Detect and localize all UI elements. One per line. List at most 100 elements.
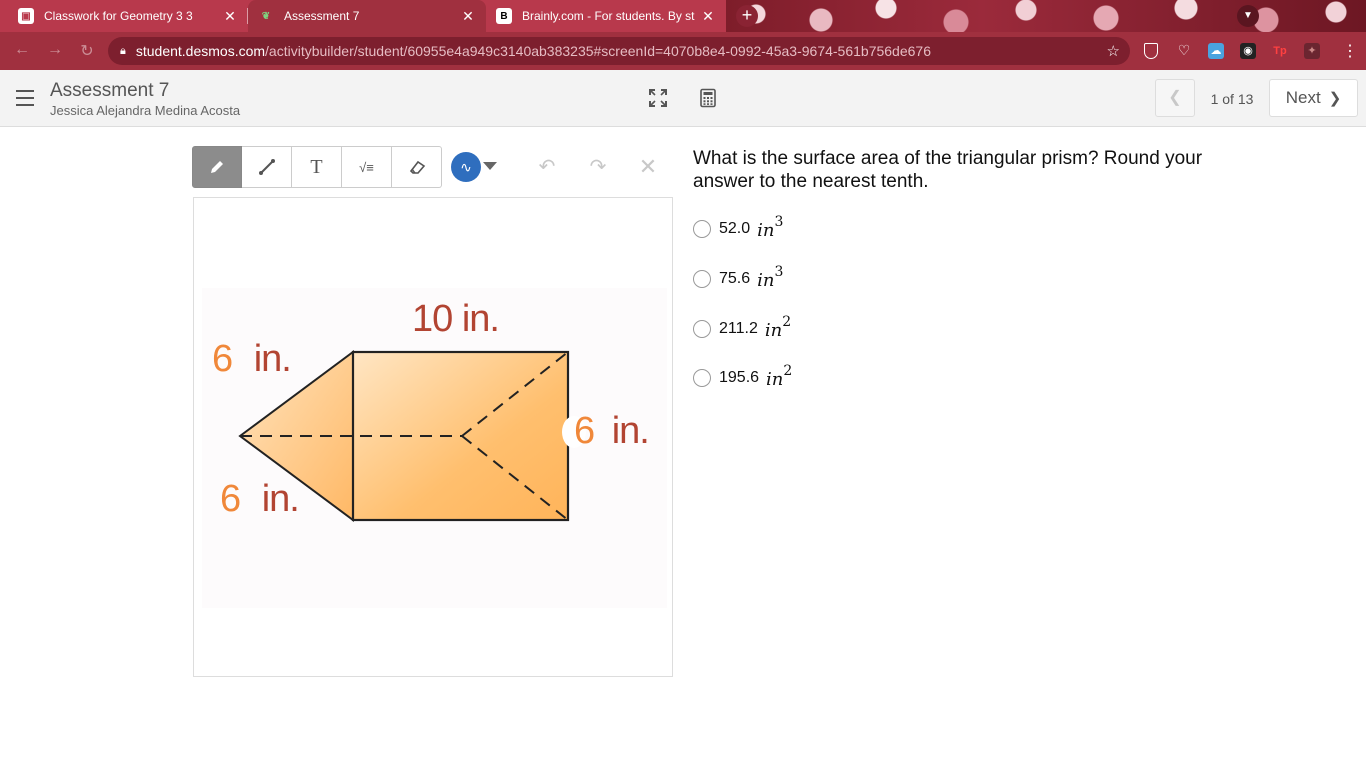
answer-choice[interactable]: 52.0 in3: [693, 214, 784, 241]
right-side-label: 6 in.: [574, 410, 650, 453]
clear-icon[interactable]: ✕: [636, 155, 660, 179]
brainly-icon: B: [496, 8, 512, 24]
heart-extension-icon[interactable]: ♡: [1176, 43, 1192, 59]
browser-toolbar: ← → ↻ 🔒︎ student.desmos.com/activitybuil…: [0, 32, 1366, 70]
student-name: Jessica Alejandra Medina Acosta: [50, 103, 241, 118]
tab-brainly[interactable]: B Brainly.com - For students. By st ✕: [486, 0, 726, 32]
lock-icon: 🔒︎: [120, 44, 126, 57]
unit-text: in: [766, 369, 784, 390]
radio-button[interactable]: [693, 369, 711, 387]
pencil-tool-button[interactable]: [192, 146, 242, 188]
upper-side-unit: in.: [253, 338, 292, 380]
choice-value: 195.6: [719, 369, 760, 386]
unit-exponent: 3: [774, 264, 784, 280]
sketch-canvas[interactable]: 10 in. 6 in. 6 in. 6 in.: [193, 197, 673, 677]
reload-icon[interactable]: ↻: [75, 41, 99, 61]
bookmark-star-icon[interactable]: ☆: [1107, 42, 1120, 60]
classroom-icon: ▣: [18, 8, 34, 24]
pen-color-button[interactable]: ∿: [451, 152, 481, 182]
text-icon: T: [310, 155, 323, 178]
url-path: /activitybuilder/student/60955e4a949c314…: [265, 43, 931, 59]
unit-exponent: 3: [774, 214, 784, 230]
lower-side-label: 6 in.: [220, 478, 300, 521]
browser-theme-background: [726, 0, 1366, 32]
radio-button[interactable]: [693, 270, 711, 288]
robot-extension-icon[interactable]: ◉: [1240, 43, 1256, 59]
shield-extension-icon[interactable]: [1144, 43, 1158, 59]
right-side-unit: in.: [611, 410, 650, 452]
math-tool-button[interactable]: √≡: [342, 146, 392, 188]
tab-search-icon[interactable]: ▼: [1237, 5, 1259, 27]
menu-icon[interactable]: [16, 90, 34, 106]
answer-choice[interactable]: 195.6 in2: [693, 363, 793, 390]
choice-value: 211.2: [719, 320, 758, 337]
next-label: Next: [1285, 88, 1321, 107]
tab-title: Classwork for Geometry 3 3: [44, 9, 193, 23]
tab-title: Assessment 7: [284, 9, 360, 23]
chevron-right-icon: ❯: [1328, 90, 1342, 107]
eraser-tool-button[interactable]: [392, 146, 442, 188]
choice-value: 52.0: [719, 220, 751, 237]
text-tool-button[interactable]: T: [292, 146, 342, 188]
math-icon: √≡: [359, 159, 374, 175]
desmos-icon: ❦: [261, 10, 271, 22]
upper-side-label: 6 in.: [212, 338, 292, 381]
choice-value: 75.6: [719, 270, 751, 287]
address-bar[interactable]: 🔒︎ student.desmos.com/activitybuilder/st…: [108, 37, 1130, 65]
choice-unit: in2: [764, 314, 792, 341]
close-icon[interactable]: ✕: [222, 8, 238, 25]
unit-text: in: [757, 220, 775, 241]
tp-extension-icon[interactable]: Tp: [1272, 43, 1288, 59]
length-value: 10: [412, 298, 453, 340]
line-tool-button[interactable]: [242, 146, 292, 188]
forward-arrow-icon[interactable]: →: [43, 41, 67, 59]
redo-icon[interactable]: ↷: [586, 155, 610, 179]
calculator-icon[interactable]: [698, 88, 718, 108]
unit-exponent: 2: [782, 314, 792, 330]
next-screen-button[interactable]: Next ❯: [1269, 79, 1358, 117]
question-prompt: What is the surface area of the triangul…: [693, 148, 1203, 192]
line-icon: [258, 159, 275, 175]
triangular-prism-figure: 10 in. 6 in. 6 in. 6 in.: [202, 288, 667, 608]
choice-unit: in3: [757, 264, 784, 291]
activity-title: Assessment 7: [50, 80, 170, 101]
fullscreen-icon[interactable]: [648, 88, 668, 108]
puzzle-extension-icon[interactable]: ✦: [1304, 43, 1320, 59]
url-host: student.desmos.com: [135, 43, 266, 59]
answer-choice[interactable]: 211.2 in2: [693, 314, 792, 341]
choice-unit: in2: [766, 363, 793, 390]
sketch-toolbar: T √≡: [192, 146, 442, 188]
lower-side-unit: in.: [261, 478, 300, 520]
lower-side-value: 6: [220, 478, 241, 520]
pencil-icon: [211, 161, 223, 173]
unit-text: in: [764, 320, 783, 341]
back-arrow-icon[interactable]: ←: [10, 41, 34, 59]
chevron-left-icon: ❮: [1168, 89, 1182, 106]
choice-unit: in3: [757, 214, 784, 241]
cloud-extension-icon[interactable]: ☁: [1208, 43, 1224, 59]
tab-title: Brainly.com - For students. By st: [522, 9, 695, 23]
previous-screen-button[interactable]: ❮: [1155, 79, 1195, 117]
close-icon[interactable]: ✕: [700, 8, 716, 25]
screen-counter: 1 of 13: [1210, 91, 1254, 107]
radio-button[interactable]: [693, 320, 711, 338]
squiggle-icon: ∿: [460, 159, 472, 175]
new-tab-button[interactable]: +: [736, 5, 758, 27]
answer-choice[interactable]: 75.6 in3: [693, 264, 784, 291]
length-label: 10 in.: [412, 298, 500, 341]
tab-classwork[interactable]: ▣ Classwork for Geometry 3 3 ✕: [8, 0, 248, 32]
tab-assessment[interactable]: ❦ Assessment 7 ✕: [248, 0, 486, 32]
radio-button[interactable]: [693, 220, 711, 238]
eraser-icon: [409, 160, 425, 174]
unit-text: in: [757, 270, 775, 291]
activity-header: Assessment 7 Jessica Alejandra Medina Ac…: [0, 70, 1366, 127]
upper-side-value: 6: [212, 338, 233, 380]
right-side-value: 6: [574, 410, 595, 452]
undo-icon[interactable]: ↶: [535, 155, 559, 179]
close-icon[interactable]: ✕: [460, 8, 476, 25]
length-unit: in.: [461, 298, 500, 340]
browser-menu-icon[interactable]: ⋮: [1342, 41, 1358, 61]
browser-tab-strip: ▣ Classwork for Geometry 3 3 ✕ ❦ Assessm…: [0, 0, 1366, 32]
chevron-down-icon[interactable]: [483, 162, 497, 170]
unit-exponent: 2: [783, 363, 793, 379]
